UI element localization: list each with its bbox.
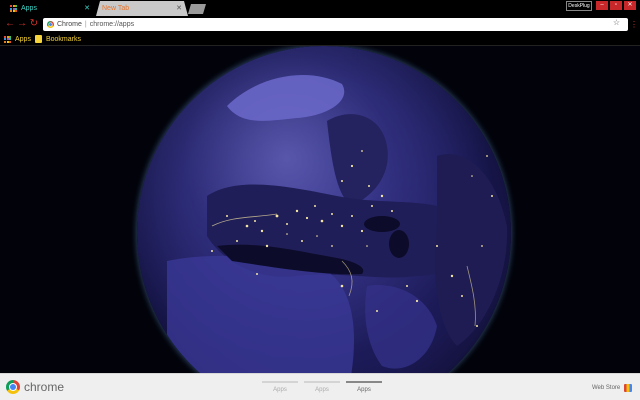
bookmarks-bar: Apps Bookmarks: [0, 33, 640, 46]
folder-icon: [34, 35, 42, 43]
bookmark-apps[interactable]: Apps: [4, 35, 31, 43]
tab-new-tab-label: New Tab: [102, 5, 130, 12]
toolbar: ← → ↻ Chrome | chrome://apps ☆ ⋮: [0, 16, 640, 33]
chrome-page-icon: [47, 21, 54, 28]
new-tab-button[interactable]: [188, 4, 206, 14]
close-icon[interactable]: ✕: [84, 5, 90, 12]
tab-apps[interactable]: Apps ✕: [4, 1, 96, 16]
url-text[interactable]: chrome://apps: [90, 21, 134, 28]
web-store-link[interactable]: Web Store: [592, 384, 633, 392]
page-tab[interactable]: Apps: [304, 381, 340, 393]
page-tab-bar: [304, 381, 340, 383]
earth-globe-image: [137, 46, 511, 373]
chrome-brand: chrome: [6, 380, 64, 394]
back-arrow-icon[interactable]: ←: [4, 18, 16, 30]
page-tab-active[interactable]: Apps: [346, 381, 382, 393]
bookmark-folder-label: Bookmarks: [45, 35, 81, 43]
close-icon[interactable]: ✕: [176, 5, 182, 12]
web-store-icon: [624, 384, 633, 392]
chrome-wordmark: chrome: [24, 380, 65, 394]
page-tab-bar: [262, 381, 298, 383]
address-bar[interactable]: Chrome | chrome://apps ☆: [43, 18, 628, 31]
apps-grid-icon: [10, 5, 17, 12]
menu-kebab-icon[interactable]: ⋮: [630, 20, 638, 30]
page-tab-label: Apps: [357, 387, 371, 393]
page-tab[interactable]: Apps: [262, 381, 298, 393]
minimize-button[interactable]: –: [596, 1, 608, 10]
web-store-label: Web Store: [592, 385, 621, 391]
bookmark-apps-label: Apps: [15, 35, 31, 43]
reload-icon[interactable]: ↻: [28, 18, 40, 30]
tab-apps-label: Apps: [21, 5, 37, 12]
apps-footer: chrome Apps Apps Apps Web Store: [0, 373, 640, 400]
forward-arrow-icon[interactable]: →: [16, 18, 28, 30]
omnibox-scheme-label: Chrome: [57, 21, 82, 28]
tab-new-tab[interactable]: New Tab ✕: [96, 1, 188, 16]
page-tab-label: Apps: [273, 387, 287, 393]
earth-night-lights-image: [167, 75, 508, 373]
bookmark-star-icon[interactable]: ☆: [613, 18, 620, 27]
bookmark-folder[interactable]: Bookmarks: [34, 35, 81, 43]
omnibox-separator: |: [84, 21, 87, 28]
chrome-logo-icon: [6, 380, 20, 394]
page-switcher: Apps Apps Apps: [262, 381, 382, 393]
maximize-button[interactable]: ▫: [610, 1, 622, 10]
page-tab-bar: [346, 381, 382, 383]
window-close-button[interactable]: ✕: [624, 1, 636, 10]
page-tab-label: Apps: [315, 387, 329, 393]
profile-button[interactable]: DeskPlug: [566, 1, 592, 11]
new-tab-content: [0, 46, 640, 373]
apps-grid-icon: [4, 35, 11, 43]
tab-strip: Apps ✕ New Tab ✕ DeskPlug – ▫ ✕: [0, 0, 640, 16]
